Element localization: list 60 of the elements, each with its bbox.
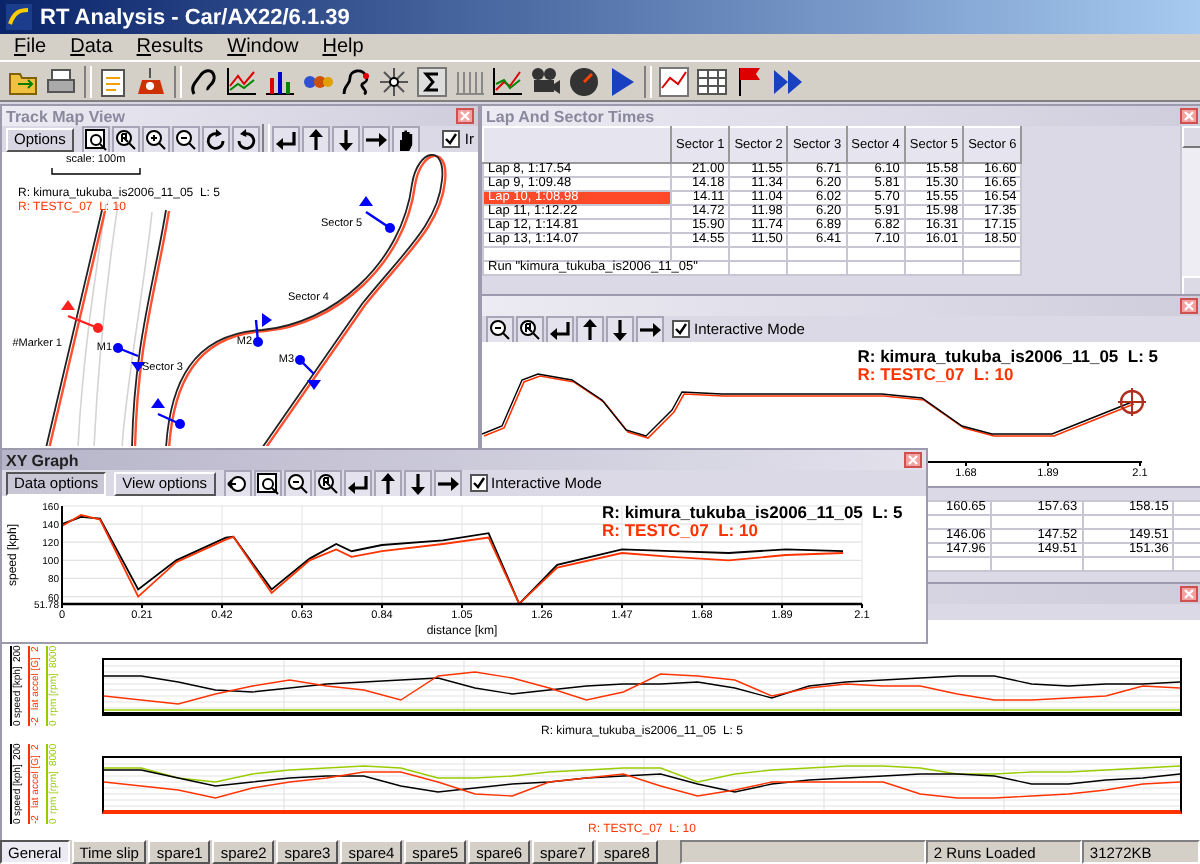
camera-icon[interactable] xyxy=(530,65,562,97)
app-icon xyxy=(6,4,32,30)
zoom-reset-icon[interactable] xyxy=(111,125,140,153)
line-chart-icon[interactable] xyxy=(226,65,258,97)
weight-icon[interactable] xyxy=(136,65,168,97)
menu-item[interactable]: Window xyxy=(217,36,309,58)
sigma-icon[interactable] xyxy=(416,65,448,97)
grid-table-icon[interactable] xyxy=(696,65,728,97)
rotate-left-icon[interactable] xyxy=(201,125,230,153)
check-mark-icon xyxy=(674,322,688,336)
window-title: Track Map View xyxy=(6,107,125,125)
gauge-icon[interactable] xyxy=(568,65,600,97)
clipboard-icon[interactable] xyxy=(98,65,130,97)
menu-item[interactable]: Help xyxy=(312,36,374,58)
sector-marker[interactable] xyxy=(61,300,103,333)
zoom-out-icon[interactable] xyxy=(283,469,312,497)
menu-item[interactable]: File xyxy=(4,36,57,58)
window-title: RT Analysis - Car/AX22/6.1.39 xyxy=(40,5,350,29)
menu-item[interactable]: Data xyxy=(60,36,123,58)
chart-icon[interactable] xyxy=(658,65,690,97)
close-button[interactable] xyxy=(904,452,922,468)
check-mark-icon xyxy=(471,476,486,490)
play-icon[interactable] xyxy=(606,65,638,97)
zoom-out-icon[interactable] xyxy=(171,125,200,153)
sector-marker[interactable] xyxy=(295,355,321,390)
window-title: Lap And Sector Times xyxy=(486,107,655,125)
flag-icon[interactable] xyxy=(734,65,766,97)
sector-marker[interactable] xyxy=(253,313,272,347)
run-legend: R: kimura_tukuba_is2006_11_05 L: 5 xyxy=(857,348,1158,366)
chart-up-icon[interactable] xyxy=(492,65,524,97)
check-mark-icon xyxy=(444,132,459,146)
track-icon[interactable] xyxy=(188,65,220,97)
zoom-reset-icon[interactable] xyxy=(516,315,544,343)
window-title: XY Graph xyxy=(6,451,79,469)
run-legend: R: kimura_tukuba_is2006_11_05 L: 5 xyxy=(602,504,903,522)
play-forward-icon[interactable] xyxy=(772,65,804,97)
track-map-icon[interactable] xyxy=(340,65,372,97)
rotate-right-icon[interactable] xyxy=(231,125,260,153)
splash-icon[interactable] xyxy=(378,65,410,97)
undo-zoom-icon[interactable] xyxy=(223,469,252,497)
scale-bar xyxy=(51,167,141,175)
zoom-out-icon[interactable] xyxy=(486,315,514,343)
menu-item[interactable]: Results xyxy=(126,36,214,58)
zoom-in-icon[interactable] xyxy=(141,125,170,153)
scrollbar[interactable] xyxy=(1180,126,1200,298)
zoom-box-icon[interactable] xyxy=(81,125,110,153)
zoom-box-icon[interactable] xyxy=(253,469,282,497)
crosshair-icon xyxy=(1117,387,1147,417)
run-legend: R: TESTC_07 L: 10 xyxy=(857,366,1158,384)
hand-icon[interactable] xyxy=(391,125,420,153)
sector-marker[interactable] xyxy=(359,196,395,233)
close-button[interactable] xyxy=(1180,298,1198,314)
sector-marker[interactable] xyxy=(151,398,185,429)
sector-marker[interactable] xyxy=(113,343,145,372)
printer-icon[interactable] xyxy=(46,65,78,97)
close-button[interactable] xyxy=(456,108,474,124)
zoom-reset-icon[interactable] xyxy=(313,469,342,497)
run-legend: R: TESTC_07 L: 10 xyxy=(602,522,903,540)
close-button[interactable] xyxy=(1180,108,1198,124)
close-button[interactable] xyxy=(1180,586,1198,602)
